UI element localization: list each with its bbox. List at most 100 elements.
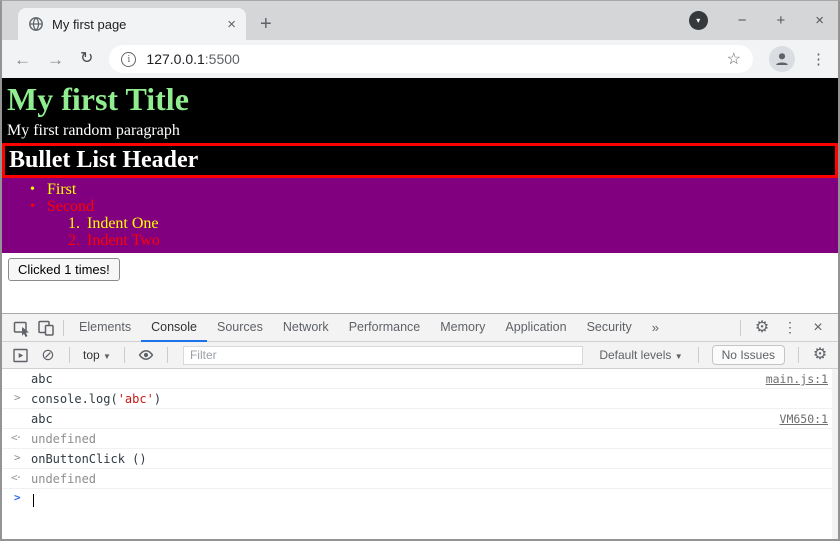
devtools-settings-gear-icon[interactable]: ⚙ [750,318,774,338]
window-close-button[interactable]: × [815,13,824,28]
prompt-chevron-icon: > [14,491,21,504]
console-result-row: <· undefined [2,469,838,489]
text-cursor [33,494,34,507]
console-prompt-row[interactable]: > [2,489,838,508]
devtools-controls: ⚙ ⋮ × [735,318,830,338]
list-item: • Second [30,197,838,215]
forward-button-icon[interactable]: → [47,51,64,68]
divider [166,347,168,363]
page-header-section: My first Title My first random paragraph… [2,78,838,178]
live-expression-eye-icon[interactable] [134,345,158,365]
command-chevron-icon: > [14,451,21,464]
browser-menu-icon[interactable]: ⋮ [811,50,826,68]
context-label: top [83,348,100,362]
console-log-row: abc VM650:1 [2,409,838,429]
profile-avatar[interactable] [769,46,795,72]
log-text: abc [31,372,53,386]
list-item: 2. Indent Two [68,231,838,249]
chevron-down-icon: ▼ [674,352,683,361]
globe-favicon-icon [28,16,44,32]
code-text: console.log( [31,392,118,406]
list-item-label: Second [47,197,95,215]
browser-update-menu-icon[interactable]: ▾ [688,11,708,30]
reload-button-icon[interactable]: ↻ [80,51,93,67]
back-button-icon[interactable]: ← [14,51,31,68]
bookmark-star-icon[interactable]: ☆ [727,49,741,69]
source-link[interactable]: VM650:1 [780,412,828,426]
inspect-element-icon[interactable] [10,318,34,338]
bullet-list: • First • Second [2,181,838,215]
command-chevron-icon: > [14,391,21,404]
tab-memory[interactable]: Memory [430,314,495,342]
list-item-label: Indent Two [87,231,160,249]
levels-label: Default levels [599,348,672,362]
tab-sources[interactable]: Sources [207,314,273,342]
no-issues-button[interactable]: No Issues [711,345,785,365]
url-text[interactable]: 127.0.0.1:5500 [146,51,716,67]
bullet-icon: • [30,198,35,214]
command-text: onButtonClick () [31,452,147,466]
navigation-bar: ← → ↻ i 127.0.0.1:5500 ☆ ⋮ [2,40,838,78]
tab-close-icon[interactable]: × [227,17,236,32]
page-paragraph: My first random paragraph [7,121,180,139]
tab-application[interactable]: Application [495,314,576,342]
tab-title: My first page [52,16,127,32]
return-value-icon: <· [11,471,22,484]
tab-elements[interactable]: Elements [69,314,141,342]
devtools-close-icon[interactable]: × [806,318,830,338]
more-tabs-icon[interactable]: » [642,320,669,335]
source-link[interactable]: main.js:1 [766,372,828,386]
list-item: 1. Indent One [68,214,838,232]
url-host: 127.0.0.1 [146,51,205,67]
context-selector[interactable]: top ▼ [79,348,115,362]
console-settings-gear-icon[interactable]: ⚙ [808,345,832,365]
list-item-label: First [47,180,77,198]
code-string: 'abc' [117,392,154,406]
result-text: undefined [31,472,97,486]
tab-console[interactable]: Console [141,314,207,342]
console-scrollbar[interactable] [832,369,838,539]
divider [740,319,741,336]
console-result-row: <· undefined [2,429,838,449]
return-value-icon: <· [11,431,22,444]
console-sidebar-icon[interactable] [8,345,32,365]
tab-network[interactable]: Network [273,314,339,342]
window-controls: ▾ − + × [688,11,824,30]
console-command-row: > console.log('abc') [2,389,838,409]
devtools-panel: Elements Console Sources Network Perform… [2,313,838,539]
console-filter-input[interactable] [182,345,584,365]
maximize-button[interactable]: + [776,13,785,28]
clear-console-icon[interactable]: ⊘ [36,345,60,365]
minimize-button[interactable]: − [738,13,747,28]
url-port: :5500 [204,51,240,67]
divider [697,347,699,363]
tab-performance[interactable]: Performance [339,314,431,342]
list-item-label: Indent One [87,214,159,232]
bullet-icon: • [30,181,35,197]
page-title: My first Title [7,81,189,117]
console-command-row: > onButtonClick () [2,449,838,469]
tab-strip: My first page × + ▾ − + × [2,1,838,40]
address-bar[interactable]: i 127.0.0.1:5500 ☆ [109,45,753,73]
browser-tab[interactable]: My first page × [18,8,246,40]
click-counter-button[interactable]: Clicked 1 times! [8,257,120,281]
console-log-row: abc main.js:1 [2,369,838,389]
devtools-menu-icon[interactable]: ⋮ [778,318,802,338]
code-text: ) [153,392,162,406]
tab-security[interactable]: Security [577,314,642,342]
site-info-icon[interactable]: i [121,51,137,67]
console-toolbar: ⊘ top ▼ Default levels ▼ No Issues ⚙ [2,342,838,369]
page-viewport: My first Title My first random paragraph… [2,78,838,313]
devtools-tab-bar: Elements Console Sources Network Perform… [2,314,838,342]
log-text: abc [31,412,53,426]
result-text: undefined [31,432,97,446]
new-tab-button[interactable]: + [260,14,272,34]
bullet-list-section: • First • Second 1. Indent One 2. Indent Two [2,177,838,253]
console-output[interactable]: abc main.js:1 > console.log('abc') abc V… [2,369,838,539]
list-number: 2. [68,231,80,249]
device-toolbar-icon[interactable] [34,318,58,338]
list-number: 1. [68,214,80,232]
log-levels-dropdown[interactable]: Default levels ▼ [593,348,688,362]
divider [63,319,64,336]
browser-window: My first page × + ▾ − + × ← → ↻ i 127.0.… [0,0,840,541]
